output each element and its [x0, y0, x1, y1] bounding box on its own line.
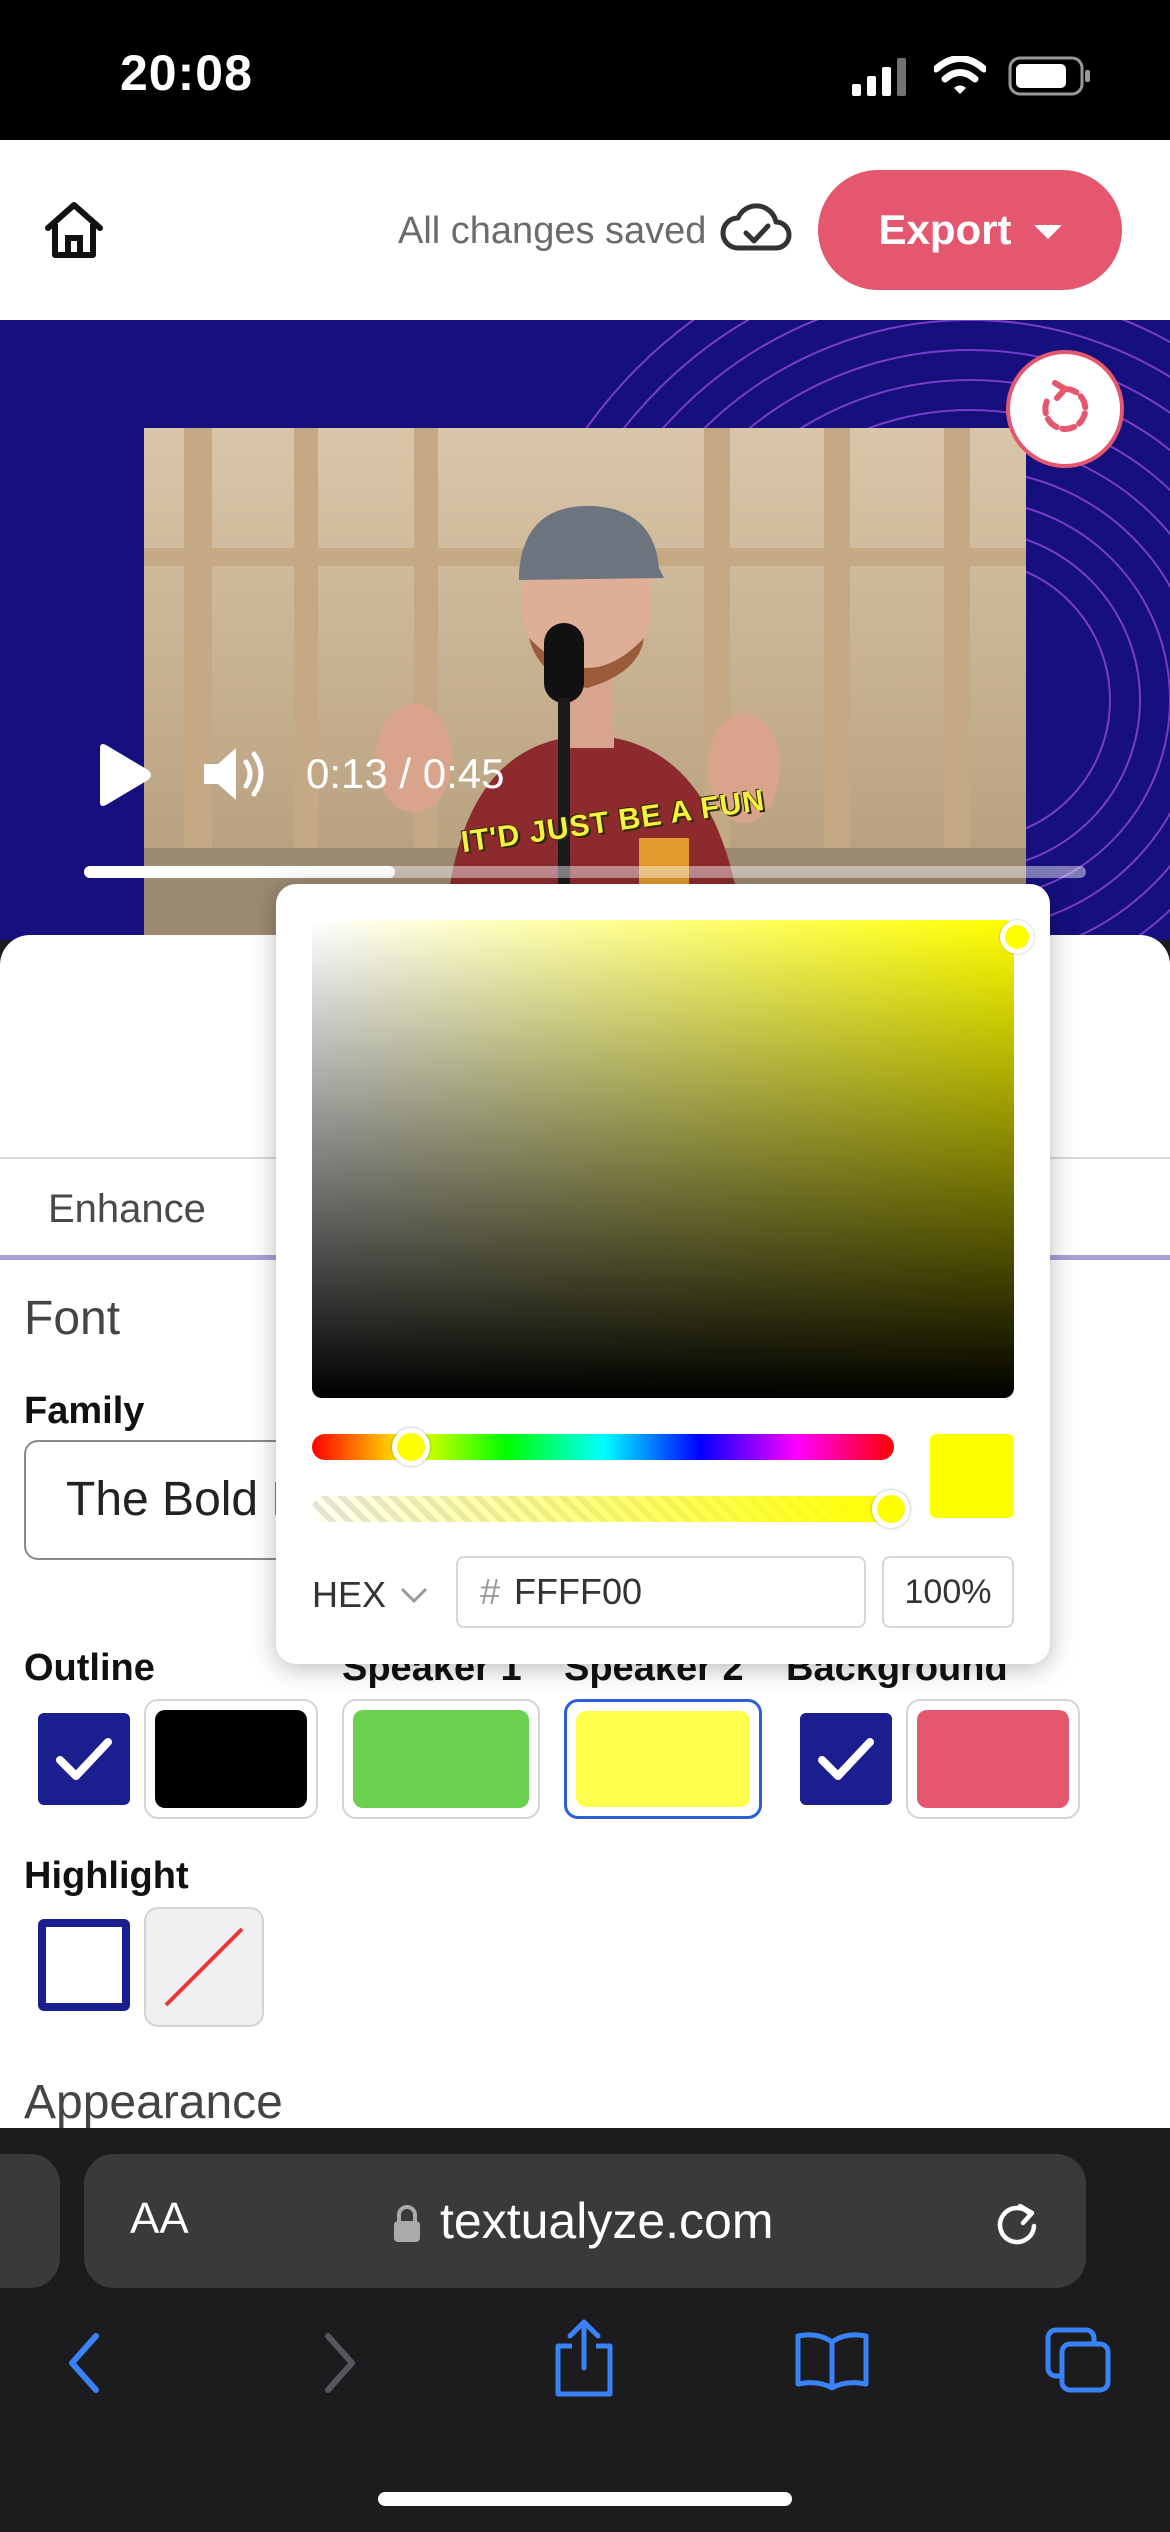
swatch-fill [353, 1710, 529, 1808]
share-icon[interactable] [552, 2318, 616, 2398]
font-section-heading: Font [24, 1292, 121, 1345]
hex-value: FFFF00 [514, 1571, 643, 1612]
alpha-slider[interactable] [312, 1490, 910, 1528]
swatch-fill [917, 1710, 1069, 1808]
background-color-swatch[interactable] [906, 1699, 1080, 1819]
lock-icon [394, 2205, 420, 2242]
speaker1-color-swatch[interactable] [342, 1699, 540, 1819]
swatch-fill [576, 1711, 750, 1807]
background-checkbox[interactable] [800, 1713, 892, 1805]
volume-icon[interactable] [200, 742, 270, 806]
chevron-down-icon [1033, 225, 1062, 239]
video-progress-bar[interactable] [84, 866, 1086, 878]
saturation-value-area[interactable] [312, 920, 1034, 1398]
address-bar[interactable]: AA textualyze.com [84, 2154, 1086, 2288]
save-status-text: All changes saved [398, 210, 707, 252]
hex-input[interactable]: # FFFF00 [456, 1556, 866, 1628]
home-indicator [378, 2492, 792, 2506]
battery-icon [1008, 56, 1090, 96]
previous-tab-peek[interactable] [0, 2154, 60, 2288]
outline-color-swatch[interactable] [144, 1699, 318, 1819]
reload-icon[interactable] [992, 2198, 1042, 2248]
tabs-icon[interactable] [1044, 2326, 1114, 2396]
forward-icon[interactable] [320, 2330, 360, 2396]
alpha-slider-handle[interactable] [872, 1490, 910, 1528]
wifi-icon [934, 56, 986, 94]
checkmark-icon [56, 1738, 112, 1780]
chevron-down-icon [400, 1587, 428, 1604]
hue-slider[interactable] [312, 1428, 894, 1466]
home-icon[interactable] [42, 200, 106, 260]
video-time-display: 0:13 / 0:45 [306, 750, 505, 797]
reset-button[interactable] [1006, 350, 1124, 468]
speaker2-color-swatch[interactable] [564, 1699, 762, 1819]
app-header: All changes saved Export [0, 140, 1170, 320]
cellular-signal-icon [852, 58, 906, 96]
swatch-fill [155, 1710, 307, 1808]
no-color-icon [164, 1927, 244, 2007]
checkmark-icon [818, 1738, 874, 1780]
undo-rotate-icon [1042, 380, 1089, 432]
color-picker-popover: HEX # FFFF00 100% [276, 884, 1050, 1664]
color-mode-select[interactable]: HEX [312, 1574, 428, 1616]
status-bar: 20:08 [0, 0, 1170, 140]
highlight-color-swatch[interactable] [144, 1907, 264, 2027]
reader-settings-button[interactable]: AA [130, 2194, 189, 2244]
highlight-label: Highlight [24, 1855, 189, 1897]
hue-slider-handle[interactable] [392, 1428, 430, 1466]
hash-sign: # [480, 1571, 501, 1612]
saturation-handle[interactable] [1000, 920, 1034, 954]
appearance-section-heading: Appearance [24, 2076, 283, 2129]
browser-address-area: AA textualyze.com [0, 2128, 1170, 2288]
family-label: Family [24, 1390, 145, 1432]
status-time: 20:08 [120, 45, 253, 101]
video-progress-fill [84, 866, 395, 878]
alpha-input[interactable]: 100% [882, 1556, 1014, 1628]
tab-enhance[interactable]: Enhance [48, 1187, 206, 1232]
play-icon[interactable] [92, 742, 154, 808]
color-preview-swatch [930, 1434, 1014, 1518]
bookmarks-icon[interactable] [794, 2330, 870, 2392]
highlight-checkbox[interactable] [38, 1919, 130, 2011]
back-icon[interactable] [64, 2330, 104, 2396]
outline-checkbox[interactable] [38, 1713, 130, 1805]
url-text: textualyze.com [440, 2193, 774, 2249]
color-mode-label: HEX [312, 1574, 387, 1615]
cloud-check-icon [720, 203, 792, 251]
export-button[interactable]: Export [818, 170, 1122, 290]
outline-label: Outline [24, 1647, 155, 1689]
export-label: Export [878, 206, 1012, 253]
